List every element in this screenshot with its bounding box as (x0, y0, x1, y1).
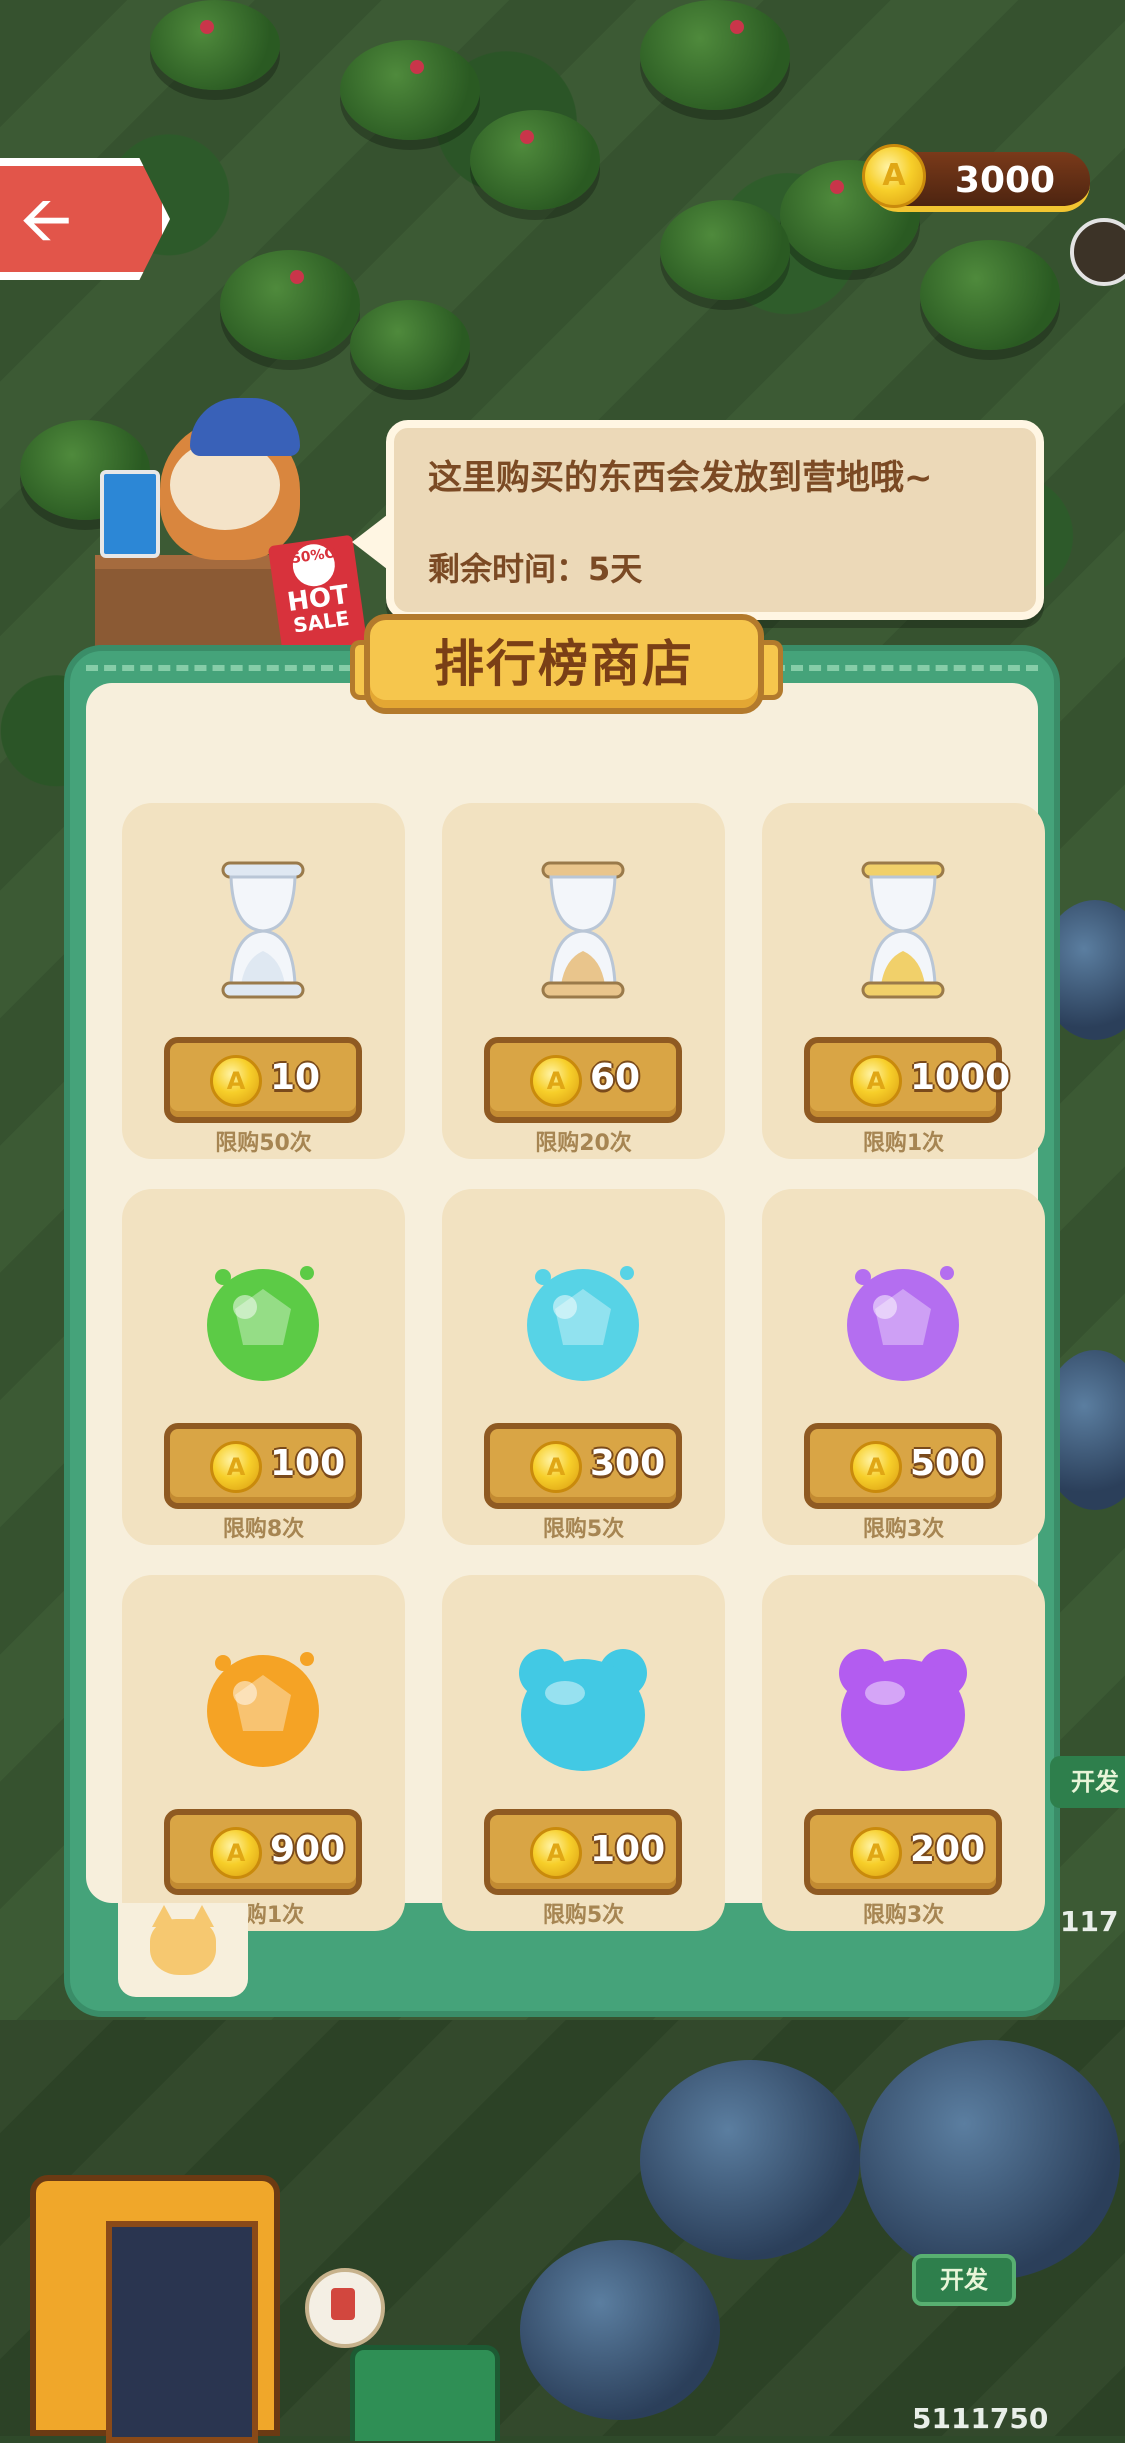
shop-item-card[interactable]: 900限购1次 (122, 1575, 405, 1931)
qr-code-sign-icon (100, 470, 160, 558)
berry-bush (920, 240, 1060, 350)
coin-icon (210, 1055, 262, 1107)
item-price: 200 (910, 1829, 986, 1870)
buy-button[interactable]: 300 (484, 1423, 682, 1509)
purchase-limit: 限购50次 (215, 1131, 312, 1156)
shop-item-card[interactable]: 100 限购5次 (442, 1575, 725, 1931)
blue-bear-jelly-icon (503, 1623, 663, 1783)
flower-bush (860, 2040, 1120, 2280)
blue-gem-orb-icon (503, 1237, 663, 1397)
chat-bubble-icon[interactable] (305, 2268, 385, 2348)
flower-bush (640, 2060, 860, 2260)
purchase-limit: 限购5次 (542, 1903, 625, 1928)
vending-machine-window (106, 2221, 258, 2443)
buy-button[interactable]: 1000 (804, 1037, 1010, 1123)
shop-item-card[interactable]: 500 限购3次 (762, 1189, 1045, 1545)
shop-item-card[interactable]: 200 限购3次 (762, 1575, 1045, 1931)
berry (200, 20, 214, 34)
berry-bush (470, 110, 600, 210)
coin-icon (850, 1827, 902, 1879)
buy-button[interactable]: 200 (804, 1809, 1002, 1895)
purchase-limit: 限购1次 (862, 1131, 945, 1156)
berry-bush (640, 0, 790, 110)
purchase-limit: 限购20次 (535, 1131, 632, 1156)
item-price: 100 (270, 1443, 346, 1484)
item-price: 900 (270, 1829, 346, 1870)
purple-gem-orb-icon (823, 1237, 983, 1397)
buy-button[interactable]: 10 (164, 1037, 362, 1123)
item-price: 10 (270, 1057, 321, 1098)
winged-golden-hourglass-icon (823, 851, 983, 1011)
back-arrow-icon: 🡨 (20, 183, 72, 257)
berry-bush (220, 250, 360, 360)
fire-rose-orb-icon (183, 1623, 343, 1783)
purchase-limit: 限购3次 (862, 1517, 945, 1542)
shop-item-card[interactable]: 1000 限购1次 (762, 803, 1045, 1159)
purchase-limit: 限购5次 (542, 1517, 625, 1542)
coin-icon (850, 1441, 902, 1493)
bronze-hourglass-icon (503, 851, 663, 1011)
develop-button-side[interactable]: 开发 (1050, 1756, 1125, 1808)
back-button[interactable]: 🡨 (0, 158, 170, 280)
coin-icon (862, 144, 926, 208)
flower-bush (520, 2240, 720, 2420)
shop-item-card[interactable]: 60 限购20次 (442, 803, 725, 1159)
shop-item-card[interactable]: 300 限购5次 (442, 1189, 725, 1545)
shop-panel-inner: 10 限购50次 60 限购20次 1000 限购1次 100 限购8次 300 限购5次 500 限… (86, 683, 1045, 1931)
score-text: 5111750 (912, 2402, 1049, 2435)
item-price: 60 (590, 1057, 641, 1098)
green-gem-orb-icon (183, 1237, 343, 1397)
shop-item-grid: 10 限购50次 60 限购20次 1000 限购1次 100 限购8次 300 限购5次 500 限… (122, 803, 1045, 1931)
shop-title: 排行榜商店 (434, 635, 694, 693)
buy-button[interactable]: 500 (804, 1423, 1002, 1509)
green-building[interactable] (350, 2345, 500, 2441)
berry (520, 130, 534, 144)
coin-icon (210, 1441, 262, 1493)
shop-item-card[interactable]: 10 限购50次 (122, 803, 405, 1159)
berry-bush (150, 0, 280, 90)
cat-head-icon (150, 1905, 216, 1975)
remaining-time-text: 剩余时间：5天 (428, 550, 643, 588)
coin-icon (850, 1055, 902, 1107)
coin-balance: 3000 (862, 144, 1090, 212)
speech-bubble: 这里购买的东西会发放到营地哦~ 剩余时间：5天 (386, 420, 1044, 620)
coin-icon (530, 1441, 582, 1493)
berry (410, 60, 424, 74)
coin-icon (530, 1827, 582, 1879)
purple-bear-jelly-icon (823, 1623, 983, 1783)
buy-button[interactable]: 900 (164, 1809, 362, 1895)
berry (290, 270, 304, 284)
side-score-text: 117 (1060, 1905, 1119, 1938)
tab-cat-shop[interactable] (118, 1903, 248, 1997)
shop-title-banner: 排行榜商店 (364, 614, 764, 714)
purchase-limit: 限购8次 (222, 1517, 305, 1542)
buy-button[interactable]: 100 (164, 1423, 362, 1509)
item-price: 300 (590, 1443, 666, 1484)
shop-panel: 10 限购50次 60 限购20次 1000 限购1次 100 限购8次 300 限购5次 500 限… (64, 645, 1060, 2017)
vending-machine[interactable] (30, 2175, 280, 2443)
develop-button[interactable]: 开发 (912, 2254, 1016, 2306)
shop-item-card[interactable]: 100 限购8次 (122, 1189, 405, 1545)
buy-button[interactable]: 100 (484, 1809, 682, 1895)
coin-amount: 3000 (954, 160, 1056, 201)
item-price: 1000 (910, 1057, 1011, 1098)
buy-button[interactable]: 60 (484, 1037, 682, 1123)
berry-bush (340, 40, 480, 140)
purchase-limit: 限购3次 (862, 1903, 945, 1928)
berry-bush (350, 300, 470, 390)
berry (830, 180, 844, 194)
coin-icon (210, 1827, 262, 1879)
bubble-info-text: 这里购买的东西会发放到营地哦~ (428, 458, 933, 498)
silver-hourglass-icon (183, 851, 343, 1011)
berry-bush (660, 200, 790, 300)
item-price: 500 (910, 1443, 986, 1484)
coin-icon (530, 1055, 582, 1107)
berry (730, 20, 744, 34)
item-price: 100 (590, 1829, 666, 1870)
